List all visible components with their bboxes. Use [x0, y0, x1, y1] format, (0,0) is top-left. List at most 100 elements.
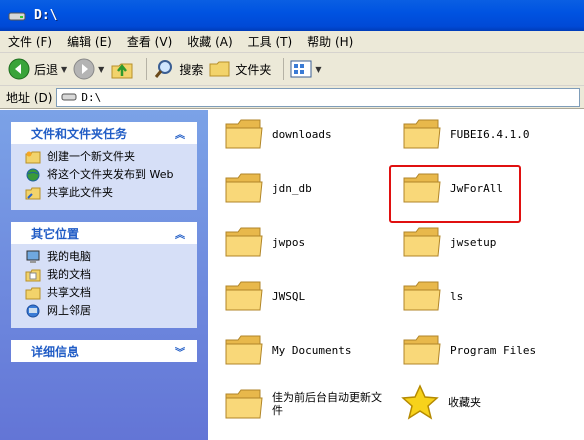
drive-icon — [61, 93, 77, 101]
menu-favorites[interactable]: 收藏 (A) — [187, 33, 232, 50]
places-list: 我的电脑 我的文档 共享文档 网上邻居 — [11, 244, 197, 328]
folder-item[interactable]: downloads — [224, 116, 332, 152]
back-button[interactable]: 后退 ▼ — [8, 58, 67, 80]
task-new-folder[interactable]: 创建一个新文件夹 — [25, 148, 189, 166]
item-name: jwsetup — [450, 235, 497, 249]
globe-icon — [26, 168, 40, 182]
network-icon — [26, 304, 40, 318]
folder-icon — [225, 227, 263, 257]
menu-help[interactable]: 帮助 (H) — [307, 33, 353, 50]
favorites-item[interactable]: 收藏夹 — [400, 384, 481, 420]
folder-icon — [225, 119, 263, 149]
tasks-title: 文件和文件夹任务 — [31, 126, 128, 141]
chevron-down-icon[interactable]: ▼ — [98, 65, 104, 74]
item-name: FUBEI6.4.1.0 — [450, 127, 530, 141]
task-share-folder[interactable]: 共享此文件夹 — [25, 184, 189, 202]
details-title: 详细信息 — [31, 344, 80, 359]
details-header[interactable]: 详细信息 ︾ — [11, 340, 197, 362]
folders-icon — [209, 61, 230, 77]
views-button[interactable]: ▼ — [290, 59, 322, 79]
place-label: 我的文档 — [47, 268, 91, 281]
menu-view[interactable]: 查看 (V) — [127, 33, 172, 50]
folder-item[interactable]: FUBEI6.4.1.0 — [402, 116, 529, 152]
item-name: jdn_db — [272, 181, 312, 195]
folder-item[interactable]: Program Files — [402, 332, 536, 368]
folder-item[interactable]: JWSQL — [224, 278, 305, 314]
toolbar: 后退 ▼ ▼ 搜索 文件夹 ▼ — [0, 53, 584, 86]
up-button[interactable] — [110, 58, 134, 80]
place-label: 共享文档 — [47, 286, 91, 299]
place-my-computer[interactable]: 我的电脑 — [25, 248, 189, 266]
collapse-icon[interactable]: ︽ — [175, 226, 185, 241]
item-name: JWSQL — [272, 289, 306, 303]
task-label: 将这个文件夹发布到 Web — [47, 168, 174, 181]
folder-icon — [225, 335, 263, 365]
places-header[interactable]: 其它位置 ︽ — [11, 222, 197, 244]
menu-bar: 文件 (F) 编辑 (E) 查看 (V) 收藏 (A) 工具 (T) 帮助 (H… — [0, 31, 584, 53]
details-section: 详细信息 ︾ — [11, 340, 197, 362]
folder-icon — [403, 227, 441, 257]
expand-icon[interactable]: ︾ — [175, 344, 185, 359]
menu-tools[interactable]: 工具 (T) — [248, 33, 293, 50]
search-icon — [155, 60, 173, 78]
back-label: 后退 — [34, 62, 59, 77]
address-input[interactable]: D:\ — [56, 87, 580, 107]
views-icon — [290, 60, 312, 78]
item-name: Program Files — [450, 343, 537, 357]
tasks-header[interactable]: 文件和文件夹任务 ︽ — [11, 122, 197, 144]
folder-icon — [225, 389, 263, 419]
share-folder-icon — [25, 187, 41, 200]
address-value: D:\ — [81, 90, 102, 104]
computer-icon — [26, 250, 40, 263]
folder-item[interactable]: 佳为前后台自动更新文件 — [224, 386, 384, 422]
task-label: 创建一个新文件夹 — [47, 150, 135, 163]
place-network[interactable]: 网上邻居 — [25, 302, 189, 320]
tasks-list: 创建一个新文件夹 将这个文件夹发布到 Web 共享此文件夹 — [11, 144, 197, 210]
search-button[interactable]: 搜索 — [153, 58, 203, 80]
search-label: 搜索 — [179, 62, 204, 77]
forward-button[interactable]: ▼ — [73, 58, 104, 80]
menu-file[interactable]: 文件 (F) — [8, 33, 52, 50]
address-bar: 地址 (D) D:\ — [0, 86, 584, 109]
shared-folder-icon — [25, 287, 41, 300]
folder-item[interactable]: My Documents — [224, 332, 351, 368]
folders-button[interactable]: 文件夹 — [209, 59, 271, 79]
menu-edit[interactable]: 编辑 (E) — [67, 33, 112, 50]
task-pane: 文件和文件夹任务 ︽ 创建一个新文件夹 将这个文件夹发布到 Web 共享此文件夹… — [0, 110, 208, 440]
window-title: D:\ — [34, 8, 58, 23]
toolbar-divider — [283, 58, 285, 80]
folder-up-icon — [111, 63, 133, 79]
place-my-documents[interactable]: 我的文档 — [25, 266, 189, 284]
forward-arrow-icon — [73, 58, 95, 80]
tasks-section: 文件和文件夹任务 ︽ 创建一个新文件夹 将这个文件夹发布到 Web 共享此文件夹 — [11, 122, 197, 210]
new-folder-icon — [25, 151, 41, 164]
place-shared-documents[interactable]: 共享文档 — [25, 284, 189, 302]
folder-item[interactable]: ls — [402, 278, 463, 314]
place-label: 网上邻居 — [47, 304, 91, 317]
folder-item[interactable]: jwpos — [224, 224, 305, 260]
folder-icon — [403, 119, 441, 149]
title-bar: D:\ — [0, 0, 584, 31]
chevron-down-icon[interactable]: ▼ — [61, 65, 67, 74]
back-arrow-icon — [8, 58, 30, 80]
folder-item[interactable]: jdn_db — [224, 170, 312, 206]
folder-item[interactable]: jwsetup — [402, 224, 496, 260]
collapse-icon[interactable]: ︽ — [175, 126, 185, 141]
places-section: 其它位置 ︽ 我的电脑 我的文档 共享文档 网上邻居 — [11, 222, 197, 328]
chevron-down-icon[interactable]: ▼ — [315, 65, 321, 74]
item-name: 佳为前后台自动更新文件 — [272, 391, 382, 417]
item-name: My Documents — [272, 343, 352, 357]
documents-folder-icon — [25, 269, 41, 282]
selection-highlight — [389, 165, 521, 223]
toolbar-divider — [146, 58, 148, 80]
item-name: downloads — [272, 127, 332, 141]
places-title: 其它位置 — [31, 226, 80, 241]
drive-icon — [8, 12, 26, 20]
folder-icon — [403, 335, 441, 365]
place-label: 我的电脑 — [47, 250, 91, 263]
item-name: jwpos — [272, 235, 306, 249]
task-publish-web[interactable]: 将这个文件夹发布到 Web — [25, 166, 189, 184]
folder-icon — [403, 281, 441, 311]
item-name: ls — [450, 289, 464, 303]
folder-icon — [225, 173, 263, 203]
